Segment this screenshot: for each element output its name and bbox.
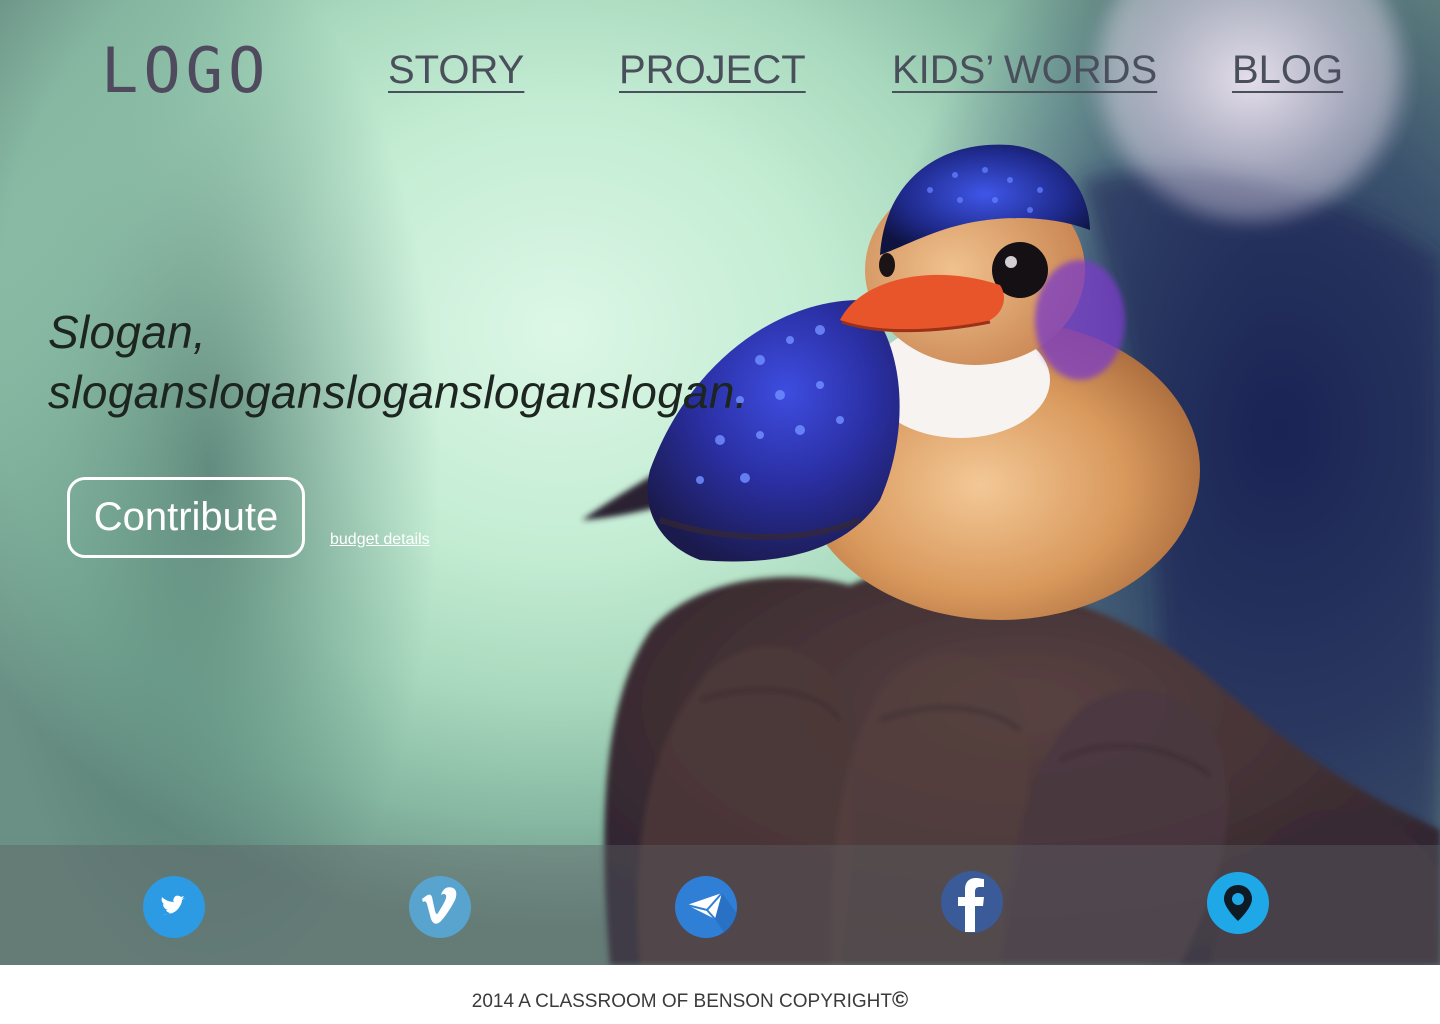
nav-kids-words[interactable]: KIDS’ WORDS [892,44,1157,96]
twitter-bird-icon [143,876,205,938]
nav-story[interactable]: STORY [388,44,524,96]
hero-section: LOGO STORY PROJECT KIDS’ WORDS BLOG Slog… [0,0,1440,965]
contribute-button[interactable]: Contribute [67,477,305,558]
footer: 2014 A CLASSROOM OF BENSON COPYRIGHT© [0,965,1440,1024]
vimeo-v-icon [409,876,471,938]
social-bar [0,845,1440,965]
mail-link[interactable] [674,875,738,939]
slogan-line-2: slogansloganslogansloganslogan. [48,366,748,418]
envelope-icon [675,876,738,938]
copyright-symbol: © [892,987,909,1012]
copyright-text: 2014 A CLASSROOM OF BENSON COPYRIGHT© [0,987,1380,1015]
hero-slogan: Slogan, slogansloganslogansloganslogan. [48,302,788,422]
site-logo[interactable]: LOGO [101,33,281,109]
twitter-link[interactable] [142,875,206,939]
nav-blog[interactable]: BLOG [1232,44,1344,96]
map-pin-icon [1207,872,1269,934]
location-link[interactable] [1206,871,1270,935]
budget-details-link[interactable]: budget details [330,529,450,551]
facebook-link[interactable] [940,870,1004,934]
nav-project[interactable]: PROJECT [619,44,806,96]
facebook-f-icon [941,871,1003,933]
copyright-label: 2014 A CLASSROOM OF BENSON COPYRIGHT [471,991,892,1012]
vimeo-link[interactable] [408,875,472,939]
slogan-line-1: Slogan, [48,306,207,358]
